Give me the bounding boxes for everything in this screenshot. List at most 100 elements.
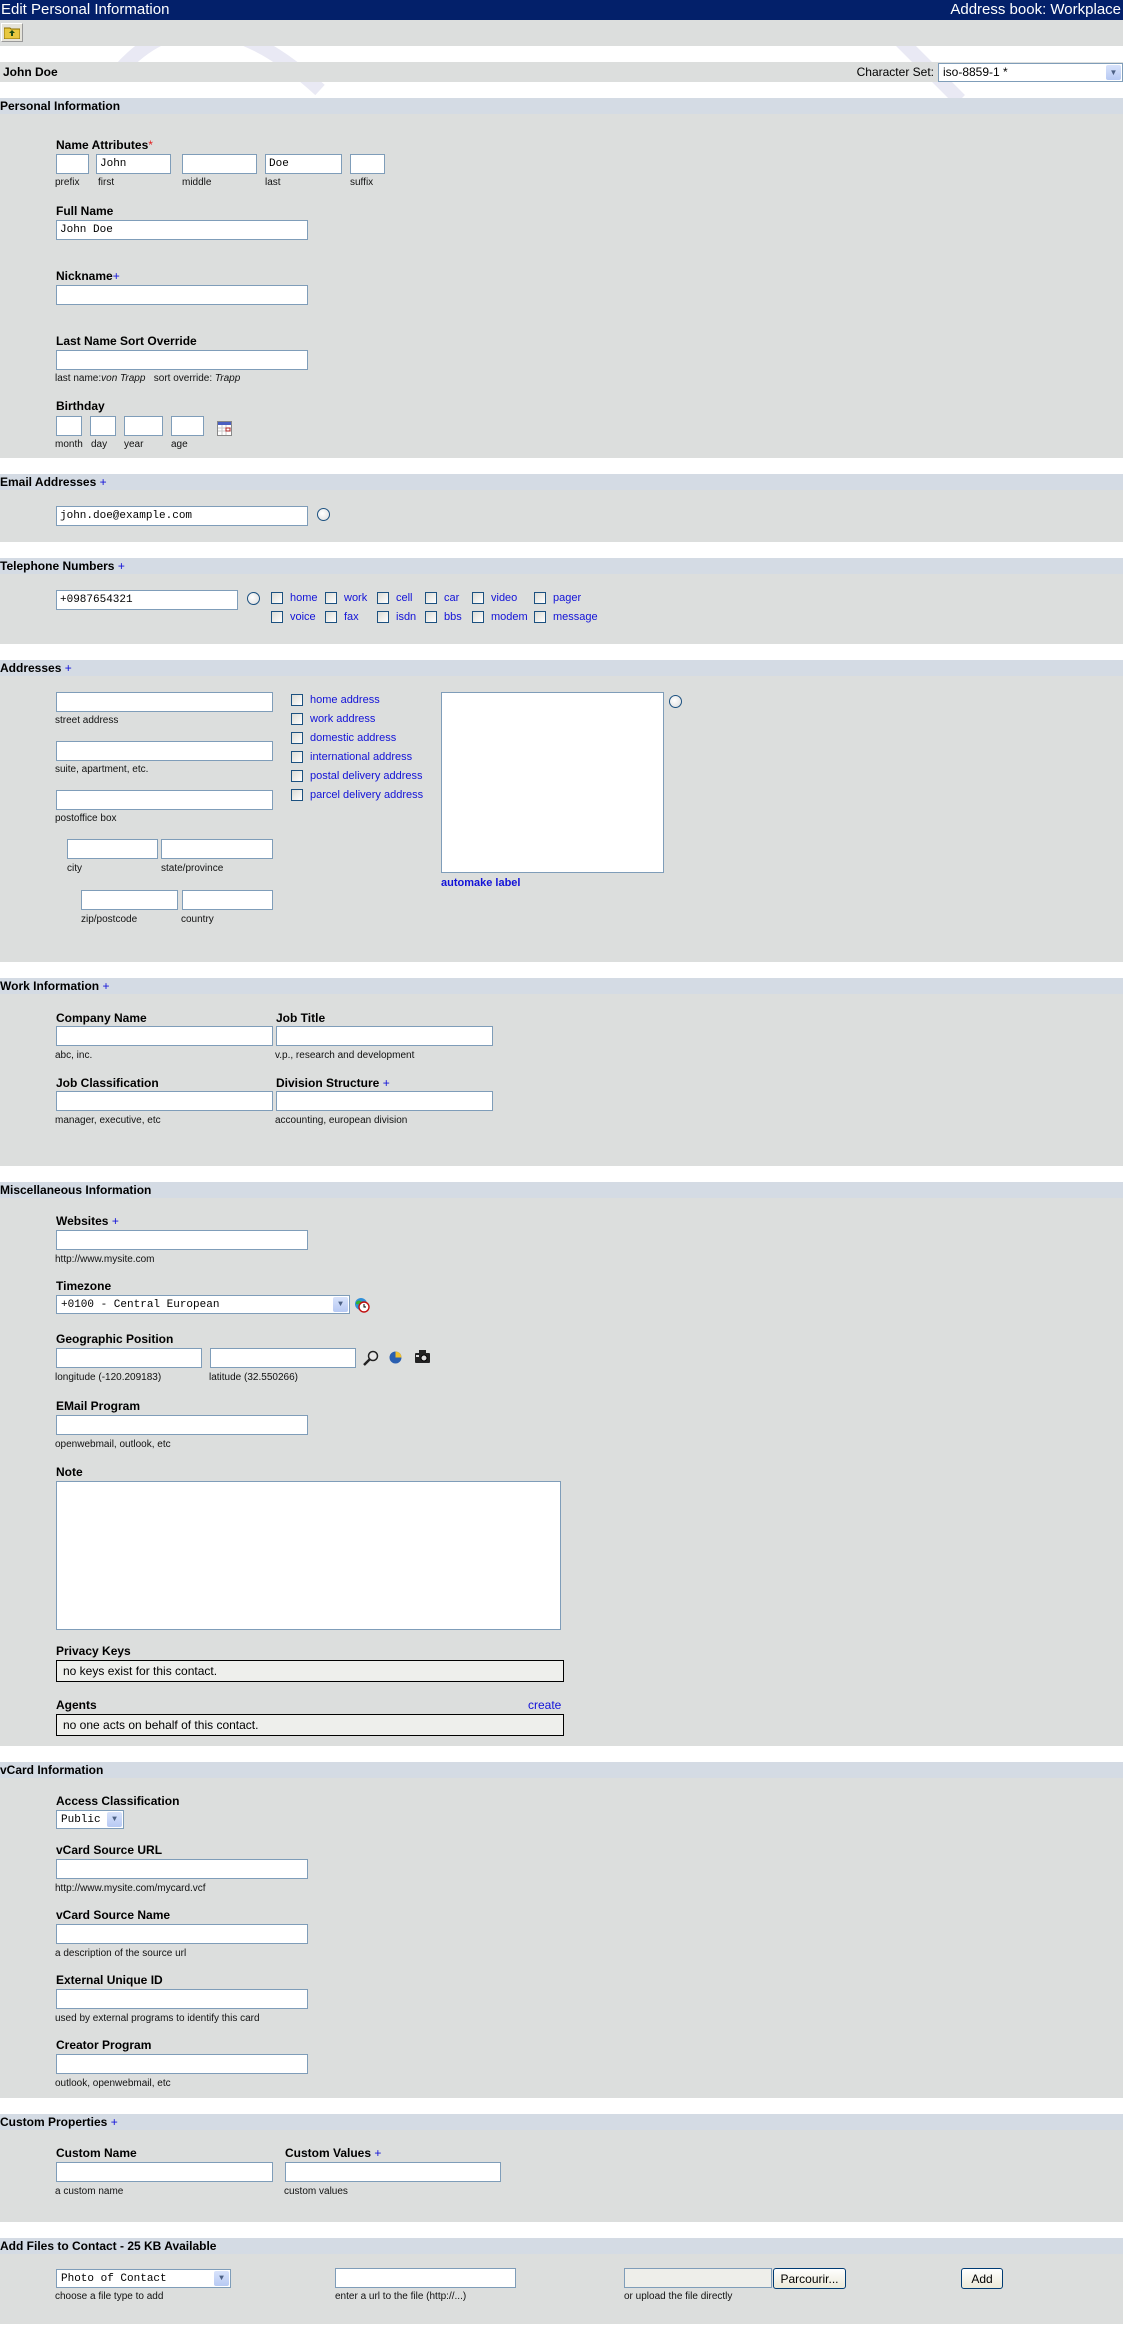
phone-type-message[interactable]: message — [534, 611, 598, 623]
company-input[interactable] — [56, 1026, 273, 1046]
zip-input[interactable] — [81, 890, 178, 910]
birthday-year-input[interactable] — [124, 416, 163, 436]
add-custom-value-plus[interactable]: + — [374, 2146, 381, 2160]
checkbox[interactable] — [325, 592, 337, 604]
full-name-input[interactable]: John Doe — [56, 220, 308, 240]
add-nickname-plus[interactable]: + — [113, 269, 120, 283]
note-textarea[interactable] — [56, 1481, 561, 1630]
source-url-input[interactable] — [56, 1859, 308, 1879]
checkbox[interactable] — [291, 789, 303, 801]
checkbox[interactable] — [291, 732, 303, 744]
add-work-plus[interactable]: + — [102, 979, 109, 993]
name-prefix-input[interactable] — [56, 154, 89, 174]
phone-type-modem[interactable]: modem — [472, 611, 528, 623]
pobox-input[interactable] — [56, 790, 273, 810]
longitude-input[interactable] — [56, 1348, 202, 1368]
checkbox[interactable] — [291, 770, 303, 782]
custom-values-input[interactable] — [285, 2162, 501, 2182]
state-input[interactable] — [161, 839, 273, 859]
checkbox[interactable] — [534, 592, 546, 604]
checkbox[interactable] — [271, 611, 283, 623]
camera-icon[interactable] — [414, 1349, 431, 1364]
file-upload-input[interactable] — [624, 2268, 772, 2288]
checkbox[interactable] — [291, 713, 303, 725]
external-uid-input[interactable] — [56, 1989, 308, 2009]
checkbox[interactable] — [472, 592, 484, 604]
add-custom-plus[interactable]: + — [111, 2115, 118, 2129]
sort-override-input[interactable] — [56, 350, 308, 370]
custom-name-input[interactable] — [56, 2162, 273, 2182]
website-input[interactable] — [56, 1230, 308, 1250]
checkbox[interactable] — [377, 592, 389, 604]
address-type-parcel[interactable]: parcel delivery address — [291, 789, 423, 801]
phone-type-bbs[interactable]: bbs — [425, 611, 462, 623]
suite-input[interactable] — [56, 741, 273, 761]
phone-type-cell[interactable]: cell — [377, 592, 413, 604]
create-agent-link[interactable]: create — [528, 1698, 561, 1712]
timezone-select[interactable]: +0100 - Central European ▼ — [56, 1295, 350, 1314]
street-address-input[interactable] — [56, 692, 273, 712]
automake-label-link[interactable]: automake label — [441, 877, 520, 889]
primary-phone-radio[interactable] — [247, 592, 260, 605]
country-input[interactable] — [182, 890, 273, 910]
phone-input[interactable]: +0987654321 — [56, 590, 238, 610]
address-type-domestic[interactable]: domestic address — [291, 732, 396, 744]
phone-type-car[interactable]: car — [425, 592, 459, 604]
division-input[interactable] — [276, 1091, 493, 1111]
add-website-plus[interactable]: + — [112, 1214, 119, 1228]
globe-icon[interactable] — [389, 1351, 402, 1364]
phone-type-video[interactable]: video — [472, 592, 517, 604]
primary-email-radio[interactable] — [317, 508, 330, 521]
add-division-plus[interactable]: + — [383, 1076, 390, 1090]
address-type-home[interactable]: home address — [291, 694, 380, 706]
nickname-input[interactable] — [56, 285, 308, 305]
address-type-international[interactable]: international address — [291, 751, 412, 763]
checkbox[interactable] — [425, 611, 437, 623]
checkbox[interactable] — [271, 592, 283, 604]
checkbox[interactable] — [291, 694, 303, 706]
phone-type-fax[interactable]: fax — [325, 611, 359, 623]
email-input[interactable]: john.doe@example.com — [56, 506, 308, 526]
city-input[interactable] — [67, 839, 158, 859]
checkbox[interactable] — [377, 611, 389, 623]
name-suffix-input[interactable] — [350, 154, 385, 174]
birthday-age-input[interactable] — [171, 416, 204, 436]
phone-type-work[interactable]: work — [325, 592, 367, 604]
checkbox[interactable] — [425, 592, 437, 604]
add-phone-plus[interactable]: + — [118, 559, 125, 573]
back-to-folder-button[interactable] — [1, 23, 23, 42]
phone-type-voice[interactable]: voice — [271, 611, 316, 623]
calendar-icon[interactable] — [217, 421, 232, 436]
phone-type-home[interactable]: home — [271, 592, 318, 604]
checkbox[interactable] — [291, 751, 303, 763]
name-last-input[interactable]: Doe — [265, 154, 342, 174]
file-url-input[interactable] — [335, 2268, 516, 2288]
checkbox[interactable] — [472, 611, 484, 623]
add-address-plus[interactable]: + — [65, 661, 72, 675]
birthday-day-input[interactable] — [90, 416, 116, 436]
source-name-input[interactable] — [56, 1924, 308, 1944]
checkbox[interactable] — [534, 611, 546, 623]
primary-address-radio[interactable] — [669, 695, 682, 708]
name-first-input[interactable]: John — [96, 154, 171, 174]
charset-select[interactable]: iso-8859-1 * ▼ — [938, 62, 1123, 82]
file-type-select[interactable]: Photo of Contact ▼ — [56, 2269, 231, 2288]
magnifier-icon[interactable] — [363, 1350, 379, 1366]
address-type-postal[interactable]: postal delivery address — [291, 770, 423, 782]
add-email-plus[interactable]: + — [100, 475, 107, 489]
name-middle-input[interactable] — [182, 154, 257, 174]
timezone-globe-clock-icon[interactable] — [354, 1297, 370, 1313]
job-title-input[interactable] — [276, 1026, 493, 1046]
creator-program-input[interactable] — [56, 2054, 308, 2074]
address-type-work[interactable]: work address — [291, 713, 375, 725]
checkbox[interactable] — [325, 611, 337, 623]
phone-type-pager[interactable]: pager — [534, 592, 581, 604]
phone-type-isdn[interactable]: isdn — [377, 611, 416, 623]
address-label-textarea[interactable] — [441, 692, 664, 873]
birthday-month-input[interactable] — [56, 416, 82, 436]
latitude-input[interactable] — [210, 1348, 356, 1368]
email-program-input[interactable] — [56, 1415, 308, 1435]
add-file-button[interactable]: Add — [961, 2268, 1003, 2289]
job-class-input[interactable] — [56, 1091, 273, 1111]
browse-button[interactable]: Parcourir... — [773, 2268, 846, 2289]
